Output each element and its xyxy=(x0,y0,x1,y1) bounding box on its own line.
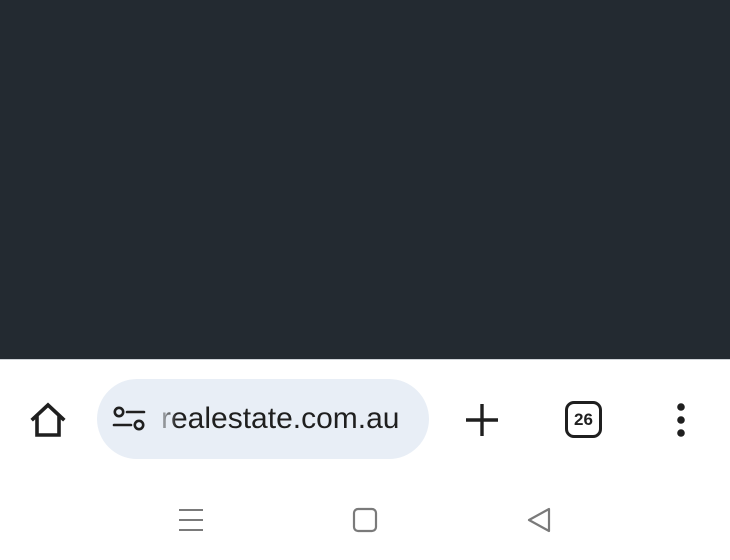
recents-button[interactable] xyxy=(171,503,211,537)
url-fade-overlay xyxy=(155,389,177,449)
tune-icon[interactable] xyxy=(111,403,147,435)
url-text[interactable]: realestate.com.au xyxy=(161,379,415,459)
home-icon xyxy=(30,402,66,437)
system-navigation-bar xyxy=(0,479,730,560)
tab-count: 26 xyxy=(574,410,593,429)
address-bar[interactable]: realestate.com.au xyxy=(97,379,429,459)
more-menu-button[interactable] xyxy=(664,398,698,442)
system-back-button[interactable] xyxy=(519,503,559,537)
more-vert-icon xyxy=(677,403,685,437)
system-home-button[interactable] xyxy=(345,503,385,537)
new-tab-button[interactable] xyxy=(460,398,504,442)
tab-switcher-button[interactable]: 26 xyxy=(565,401,602,438)
web-page-content[interactable] xyxy=(0,0,730,359)
back-triangle-icon xyxy=(527,507,551,533)
plus-icon xyxy=(466,404,498,436)
home-button[interactable] xyxy=(24,398,72,442)
recents-icon xyxy=(179,509,203,531)
browser-toolbar: realestate.com.au 26 xyxy=(0,359,730,479)
square-icon xyxy=(352,507,378,533)
